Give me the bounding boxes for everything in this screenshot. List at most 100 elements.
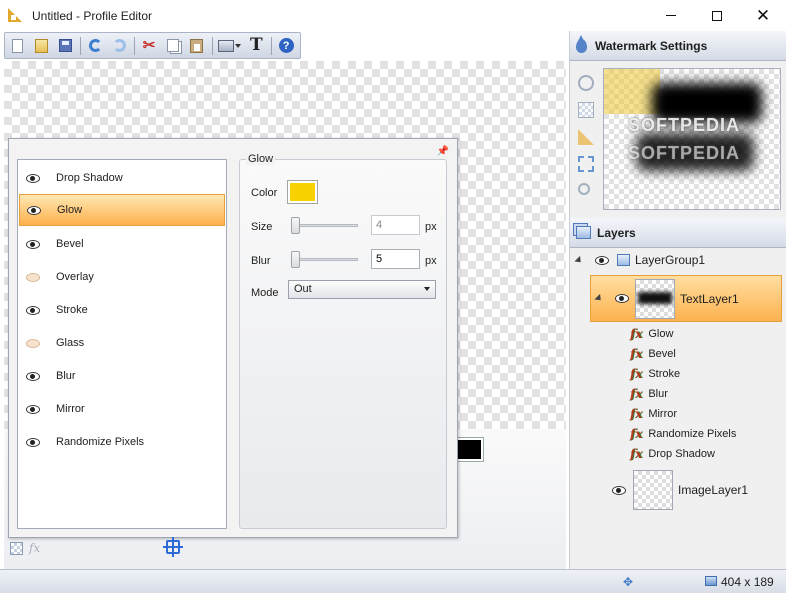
size-slider-track[interactable]	[292, 224, 358, 227]
blur-slider-thumb[interactable]	[291, 251, 300, 268]
help-button[interactable]: ?	[276, 36, 296, 56]
visibility-eye-icon[interactable]	[27, 205, 41, 215]
visibility-eye-icon[interactable]	[612, 485, 626, 495]
blur-input[interactable]	[371, 249, 420, 269]
undo-button[interactable]	[85, 36, 105, 56]
move-target-icon[interactable]	[163, 537, 183, 557]
glow-settings-group: Glow Color Size px Blur px Mode Out	[239, 153, 447, 529]
close-icon: ✕	[755, 6, 771, 25]
visibility-eye-icon[interactable]	[26, 173, 40, 183]
effect-label: Mirror	[56, 403, 85, 415]
maximize-icon	[712, 10, 722, 21]
new-button[interactable]	[8, 36, 28, 56]
toolbar-area: ✂ T ?	[0, 31, 570, 61]
color-label: Color	[251, 187, 278, 199]
visibility-eye-icon[interactable]	[26, 239, 40, 249]
effect-item-overlay[interactable]: Overlay	[19, 261, 225, 293]
layer-effect-drop-shadow[interactable]: fx Drop Shadow	[630, 444, 715, 464]
preview-watermark-text-reflection: SOFTPEDIA	[628, 143, 741, 163]
effect-item-mirror[interactable]: Mirror	[19, 393, 225, 425]
layer-effect-stroke[interactable]: fx Stroke	[630, 364, 680, 384]
save-button[interactable]	[56, 36, 76, 56]
ruler-icon[interactable]	[578, 129, 594, 145]
layer-effect-label: Blur	[648, 388, 668, 400]
cut-button[interactable]: ✂	[139, 36, 159, 56]
visibility-off-icon[interactable]	[26, 272, 40, 282]
effect-item-blur[interactable]: Blur	[19, 360, 225, 392]
effect-item-randomize-pixels[interactable]: Randomize Pixels	[19, 426, 225, 458]
zoom-icon[interactable]	[578, 183, 590, 195]
visibility-eye-icon[interactable]	[26, 404, 40, 414]
layer-effect-glow[interactable]: fx Glow	[630, 324, 673, 344]
text-icon: T	[249, 35, 263, 55]
effect-label: Randomize Pixels	[56, 436, 145, 448]
copy-button[interactable]	[163, 36, 183, 56]
fx-icon[interactable]: fx	[29, 541, 40, 555]
toolbar-separator	[134, 36, 136, 55]
layer-group-name: LayerGroup1	[635, 253, 706, 267]
layer-group-row[interactable]: LayerGroup1	[570, 250, 786, 270]
move-icon: ✥	[623, 575, 634, 589]
effect-label: Glass	[56, 337, 85, 349]
mode-label: Mode	[251, 287, 279, 299]
layer-effect-label: Bevel	[648, 348, 676, 360]
size-input[interactable]	[371, 215, 420, 235]
layer-effect-blur[interactable]: fx Blur	[630, 384, 668, 404]
close-button[interactable]: ✕	[740, 0, 786, 31]
visibility-eye-icon[interactable]	[595, 255, 609, 265]
visibility-off-icon[interactable]	[26, 338, 40, 348]
maximize-button[interactable]	[694, 0, 740, 31]
effect-item-glow[interactable]: Glow	[19, 194, 225, 226]
glow-color-swatch[interactable]	[287, 180, 318, 204]
expand-arrow-icon[interactable]	[574, 255, 584, 265]
visibility-eye-icon[interactable]	[26, 437, 40, 447]
effect-item-bevel[interactable]: Bevel	[19, 228, 225, 260]
effect-list: Drop Shadow Glow Bevel Overlay Stroke Gl…	[17, 159, 227, 529]
layer-effect-randomize-pixels[interactable]: fx Randomize Pixels	[630, 424, 736, 444]
effect-label: Blur	[56, 370, 76, 382]
effect-label: Overlay	[56, 271, 94, 283]
save-icon	[59, 39, 73, 52]
visibility-eye-icon[interactable]	[26, 371, 40, 381]
size-slider-thumb[interactable]	[291, 217, 300, 234]
effect-item-drop-shadow[interactable]: Drop Shadow	[19, 162, 225, 194]
size-label: Size	[251, 221, 273, 233]
status-bar: ✥ 404 x 189	[0, 569, 786, 593]
pin-icon[interactable]: 📌	[437, 146, 449, 157]
paste-button[interactable]	[187, 36, 207, 56]
background-color-swatch[interactable]	[455, 437, 484, 462]
paste-icon	[190, 38, 204, 53]
effect-item-stroke[interactable]: Stroke	[19, 294, 225, 326]
text-button[interactable]: T	[246, 36, 266, 56]
effect-label: Drop Shadow	[56, 172, 123, 184]
mode-select[interactable]: Out	[288, 280, 436, 299]
layer-effect-mirror[interactable]: fx Mirror	[630, 404, 677, 424]
fx-icon: fx	[630, 447, 643, 461]
fit-to-size-icon[interactable]	[578, 156, 594, 172]
minimize-button[interactable]	[648, 0, 694, 31]
transparency-icon[interactable]	[10, 541, 23, 555]
text-layer-row[interactable]: TextLayer1	[590, 275, 782, 322]
blur-label: Blur	[251, 255, 271, 267]
glow-group-title: Glow	[246, 153, 276, 165]
visibility-eye-icon[interactable]	[26, 305, 40, 315]
undo-icon	[88, 39, 102, 52]
open-button[interactable]	[32, 36, 52, 56]
size-unit: px	[425, 221, 437, 233]
main-toolbar: ✂ T ?	[4, 32, 301, 59]
layer-effect-bevel[interactable]: fx Bevel	[630, 344, 676, 364]
mode-select-value: Out	[294, 283, 312, 295]
blur-unit: px	[425, 255, 437, 267]
transparency-icon[interactable]	[578, 102, 594, 118]
blur-slider-track[interactable]	[292, 258, 358, 261]
image-dropdown-button[interactable]	[217, 36, 243, 56]
rotate-icon[interactable]	[578, 75, 594, 91]
minimize-icon	[666, 15, 676, 16]
effect-item-glass[interactable]: Glass	[19, 327, 225, 359]
chevron-down-icon	[424, 287, 430, 291]
expand-arrow-icon[interactable]	[594, 293, 604, 304]
image-layer-row[interactable]: ImageLayer1	[590, 468, 782, 512]
redo-button[interactable]	[109, 36, 129, 56]
visibility-eye-icon[interactable]	[615, 294, 629, 303]
toolbar-separator	[211, 36, 213, 55]
